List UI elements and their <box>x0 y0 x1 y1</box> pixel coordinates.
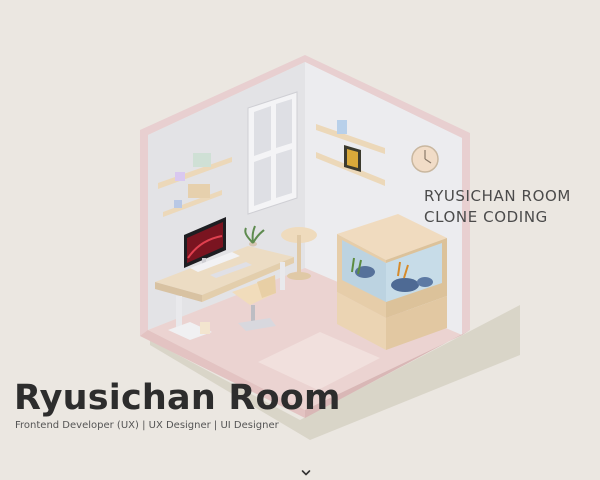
trash-bin <box>200 322 210 334</box>
side-caption-line-2: CLONE CODING <box>424 208 548 226</box>
side-caption-line-1: RYUSICHAN ROOM <box>424 187 571 205</box>
chevron-down-icon <box>301 470 311 476</box>
hero-title: Ryusichan Room <box>14 378 341 418</box>
landing-page: RYUSICHAN ROOM CLONE CODING Ryusichan Ro… <box>0 0 600 480</box>
side-caption: RYUSICHAN ROOM CLONE CODING <box>424 186 571 228</box>
hero-subtitle: Frontend Developer (UX) | UX Designer | … <box>15 420 279 431</box>
scroll-down-button[interactable] <box>300 464 312 476</box>
